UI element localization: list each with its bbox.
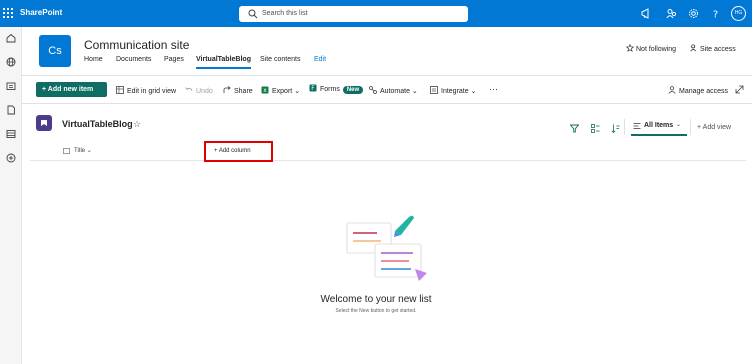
manage-access-label: Manage access [679, 88, 729, 95]
undo-label: Undo [196, 88, 213, 95]
list-name[interactable]: VirtualTableBlog [62, 119, 133, 129]
edit-grid-view-button[interactable]: Edit in grid view [116, 86, 176, 95]
forms-label: Forms [320, 86, 340, 93]
new-badge: New [342, 86, 364, 94]
add-view-button[interactable]: + Add view [697, 124, 731, 131]
more-options-button[interactable]: ··· [489, 84, 498, 94]
nav-virtualtableblog[interactable]: VirtualTableBlog [196, 56, 251, 69]
expand-icon[interactable] [735, 85, 744, 94]
forms-icon: F [309, 84, 317, 92]
settings-gear-icon[interactable] [688, 8, 699, 19]
list-table-icon[interactable] [6, 129, 16, 139]
column-title[interactable]: Title ⌄ [74, 147, 92, 154]
edit-grid-label: Edit in grid view [127, 88, 177, 95]
export-button[interactable]: x Export ⌄ [261, 86, 300, 95]
help-icon[interactable]: ? [710, 8, 721, 20]
site-access-button[interactable]: Site access [690, 44, 736, 53]
share-button[interactable]: Share [223, 86, 253, 95]
add-new-item-button[interactable]: + Add new item [36, 82, 107, 97]
add-column-label: + Add column [214, 148, 251, 154]
nav-site-contents[interactable]: Site contents [260, 56, 300, 63]
user-avatar[interactable]: HG [731, 6, 746, 21]
grid-edit-icon [116, 86, 124, 94]
automate-button[interactable]: Automate ⌄ [369, 86, 418, 95]
automate-label: Automate [380, 88, 410, 95]
follow-label: Not following [636, 46, 677, 53]
sort-icon[interactable] [611, 124, 620, 133]
text-column-icon [63, 148, 70, 154]
site-access-label: Site access [700, 46, 736, 53]
news-icon[interactable] [6, 81, 16, 91]
home-icon[interactable] [6, 33, 16, 43]
add-column-button[interactable]: + Add column [204, 141, 273, 162]
integrate-label: Integrate [441, 88, 469, 95]
document-icon[interactable] [6, 105, 16, 115]
header-divider [22, 75, 752, 76]
site-access-people-icon [690, 44, 697, 52]
empty-state-subtext: Select the New button to get started. [335, 308, 417, 314]
empty-list-illustration [346, 215, 427, 281]
view-divider [624, 119, 625, 135]
star-outline-icon [626, 44, 634, 52]
export-label: Export [272, 88, 293, 95]
list-icon [36, 115, 52, 131]
people-icon[interactable] [666, 8, 677, 19]
search-box[interactable]: Search this list [239, 6, 468, 22]
column-title-chevron-icon: ⌄ [86, 148, 92, 154]
integrate-chevron-icon: ⌄ [470, 88, 477, 95]
excel-export-icon: x [261, 86, 269, 94]
column-title-label: Title [74, 148, 86, 154]
filter-icon[interactable] [570, 124, 579, 133]
app-name[interactable]: SharePoint [20, 8, 62, 17]
site-logo[interactable]: Cs [39, 35, 71, 67]
create-plus-icon[interactable] [6, 153, 16, 163]
follow-button[interactable]: Not following [626, 44, 676, 53]
list-bookmark-icon [41, 120, 47, 126]
search-placeholder: Search this list [262, 10, 308, 17]
all-items-chevron-icon: ⌄ [676, 122, 682, 128]
app-launcher-icon[interactable] [3, 8, 14, 19]
view-options-icon[interactable] [591, 124, 600, 133]
svg-text:x: x [263, 87, 267, 94]
megaphone-icon[interactable] [641, 8, 652, 19]
undo-button[interactable]: Undo [185, 86, 213, 95]
manage-access-person-icon [668, 86, 676, 94]
empty-state-heading: Welcome to your new list [320, 294, 432, 305]
nav-pages[interactable]: Pages [164, 56, 184, 63]
svg-text:F: F [311, 85, 315, 92]
favorite-star-icon[interactable]: ☆ [133, 119, 141, 130]
nav-documents[interactable]: Documents [116, 56, 151, 63]
integrate-button[interactable]: Integrate ⌄ [430, 86, 476, 95]
integrate-icon [430, 86, 438, 94]
column-header-row: Title ⌄ + Add column [30, 141, 746, 162]
search-icon [248, 9, 258, 19]
all-items-label: All Items [644, 122, 674, 129]
view-divider-2 [690, 119, 691, 135]
commandbar-divider [22, 103, 752, 104]
svg-text:?: ? [713, 10, 718, 20]
site-title[interactable]: Communication site [84, 38, 189, 52]
automate-flow-icon [369, 86, 377, 94]
suite-bar: SharePoint Search this list ? HG [0, 0, 752, 27]
all-items-view-tab[interactable]: All Items ⌄ [627, 116, 687, 136]
manage-access-button[interactable]: Manage access [668, 86, 728, 95]
forms-button[interactable]: F Forms New [309, 84, 364, 94]
share-icon [223, 86, 231, 93]
nav-home[interactable]: Home [84, 56, 103, 63]
nav-edit-link[interactable]: Edit [314, 56, 326, 63]
automate-chevron-icon: ⌄ [411, 88, 418, 95]
undo-icon [185, 87, 193, 92]
share-label: Share [234, 88, 253, 95]
list-view-icon [633, 123, 641, 129]
export-chevron-icon: ⌄ [294, 88, 301, 95]
globe-icon[interactable] [6, 57, 16, 67]
